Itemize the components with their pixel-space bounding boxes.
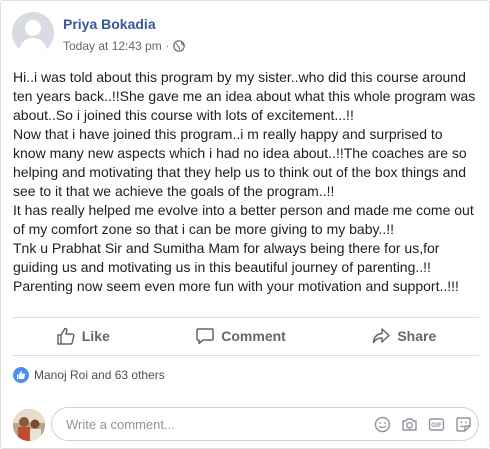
author-avatar[interactable] [12,12,54,54]
post-text-line: helping and motivating that they help us… [13,164,466,180]
post-text-line: It has really helped me evolve into a be… [13,202,474,218]
reactions-summary[interactable]: Manoj Roi and 63 others [13,367,165,383]
post-text-line: Hi..i was told about this program by my … [13,69,466,85]
divider-top [13,317,479,318]
current-user-avatar[interactable] [13,409,45,441]
user-photo-icon [13,409,45,441]
post-text-line: about..So i joined this course with lots… [13,107,354,123]
post-text-line: of my comfort zone so that i can be more… [13,221,395,237]
post-timestamp[interactable]: Today at 12:43 pm [63,39,162,53]
post-text-line: ten years back..!!She gave me an idea ab… [13,88,476,104]
divider-bottom [13,355,479,356]
like-button[interactable]: Like [46,320,120,352]
reactions-text: Manoj Roi and 63 others [34,368,165,382]
post-header: Priya Bokadia Today at 12:43 pm · [12,12,472,56]
comment-tools: GIF [374,416,472,433]
share-label: Share [397,328,437,344]
post-text-line: Tnk u Prabhat Sir and Sumitha Mam for al… [13,240,440,256]
svg-text:GIF: GIF [431,422,442,429]
sticker-icon[interactable] [455,416,472,433]
comment-icon [195,326,215,346]
globe-icon[interactable] [173,40,185,52]
author-name[interactable]: Priya Bokadia [63,16,156,32]
default-avatar-icon [12,12,54,54]
post-text-line: see to it that we achieve the goals of t… [13,183,335,199]
meta-separator: · [165,40,170,52]
share-arrow-icon [371,326,391,346]
post-card: Priya Bokadia Today at 12:43 pm · Hi..i … [0,0,490,449]
smiley-icon[interactable] [374,416,391,433]
post-body: Hi..i was told about this program by my … [13,68,479,296]
post-meta: Today at 12:43 pm · [63,39,185,53]
action-bar: Like Comment Share [13,319,479,353]
post-text-line: know many new aspects which i had no ide… [13,145,467,161]
like-label: Like [81,328,110,344]
comment-label: Comment [221,328,286,344]
comment-input[interactable] [64,416,348,433]
thumbs-up-icon [56,326,76,346]
post-text-line: guiding us and motivating us in this bea… [13,259,431,275]
post-text-line: Now that i have joined this program..i m… [13,126,443,142]
comment-composer: GIF [13,407,479,441]
share-button[interactable]: Share [361,320,446,352]
comment-button[interactable]: Comment [185,320,296,352]
comment-box: GIF [51,407,479,441]
thumbs-up-icon [13,367,29,383]
gif-icon[interactable]: GIF [428,416,445,433]
post-text-line: Parenting now seem even more fun with yo… [13,278,459,294]
camera-icon[interactable] [401,416,418,433]
